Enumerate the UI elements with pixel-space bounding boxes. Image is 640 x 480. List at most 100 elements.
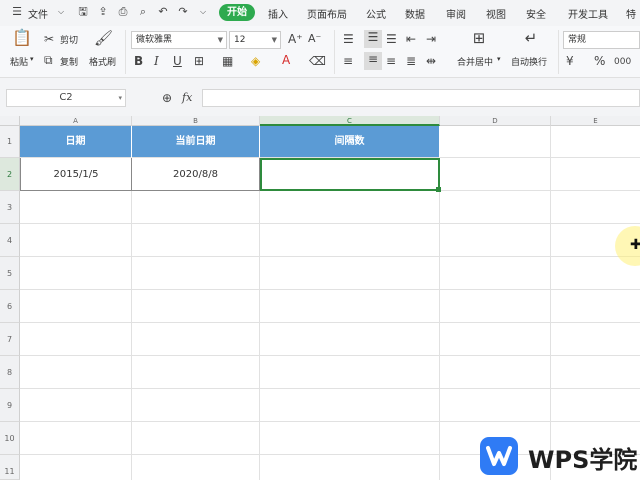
name-box[interactable]: C2 ▾ [6,89,126,107]
cell-a11[interactable] [20,455,132,480]
tab-page-layout[interactable]: 页面布局 [307,6,347,21]
copy-icon[interactable]: ⧉ [44,53,53,67]
paste-icon[interactable]: 📋 [12,30,32,49]
row-header-11[interactable]: 11 [0,455,20,480]
hamburger-menu-icon[interactable]: ☰ [10,5,24,19]
tab-insert[interactable]: 插入 [268,6,288,21]
cell-b10[interactable] [132,422,260,455]
align-top-icon[interactable]: ☰ [343,32,354,46]
row-header-7[interactable]: 7 [0,323,20,356]
justify-icon[interactable]: ≣ [406,54,416,68]
cell-b4[interactable] [132,224,260,257]
align-bottom-icon[interactable]: ☰ [386,32,397,46]
cell-c6[interactable] [260,290,440,323]
percent-button[interactable]: % [594,54,605,68]
cell-a8[interactable] [20,356,132,389]
cell-d5[interactable] [440,257,551,290]
copy-button[interactable]: 复制 [60,55,78,68]
cell-c10[interactable] [260,422,440,455]
underline-button[interactable]: U [173,54,182,68]
number-format-select[interactable]: 常规 [563,31,640,49]
select-all-corner[interactable] [0,116,20,126]
cell-e6[interactable] [551,290,640,323]
cell-a10[interactable] [20,422,132,455]
row-header-9[interactable]: 9 [0,389,20,422]
thousands-button[interactable]: 000 [614,55,631,69]
cell-c5[interactable] [260,257,440,290]
cell-a5[interactable] [20,257,132,290]
row-header-3[interactable]: 3 [0,191,20,224]
cell-b5[interactable] [132,257,260,290]
clear-format-icon[interactable]: ⌫ [309,54,326,68]
tab-developer[interactable]: 开发工具 [568,6,608,21]
redo-icon[interactable]: ↷ [176,5,190,19]
row-header-6[interactable]: 6 [0,290,20,323]
fill-pattern-icon[interactable]: ▦ [222,54,233,68]
cell-e2[interactable] [551,158,640,191]
cell-b1[interactable]: 当前日期 [132,126,260,158]
cell-d3[interactable] [440,191,551,224]
cell-b3[interactable] [132,191,260,224]
zoom-search-icon[interactable]: ⊕ [162,91,172,105]
cell-a3[interactable] [20,191,132,224]
file-dropdown-icon[interactable]: ⌵ [54,5,68,19]
cell-d9[interactable] [440,389,551,422]
cell-d4[interactable] [440,224,551,257]
scissors-icon[interactable]: ✂ [44,32,54,46]
format-painter-button[interactable]: 格式刷 [89,55,116,68]
fx-button[interactable]: fx [182,91,192,105]
row-header-5[interactable]: 5 [0,257,20,290]
border-icon[interactable]: ⊞ [194,54,204,68]
currency-icon[interactable]: ¥ [566,54,574,68]
quick-access-dropdown-icon[interactable]: ⌵ [196,5,210,19]
row-header-8[interactable]: 8 [0,356,20,389]
align-right-icon[interactable]: ≡ [386,54,396,68]
cell-b7[interactable] [132,323,260,356]
fill-color-icon[interactable]: ◈ [251,54,260,68]
paste-dropdown-icon[interactable]: ▾ [30,55,34,63]
file-menu[interactable]: 文件 [28,6,48,21]
column-header-b[interactable]: B [132,116,260,126]
indent-decrease-icon[interactable]: ⇤ [406,32,416,46]
print-preview-icon[interactable]: ⌕ [136,5,150,19]
cell-d1[interactable] [440,126,551,158]
cell-b6[interactable] [132,290,260,323]
increase-font-icon[interactable]: A⁺ [288,32,303,46]
row-header-10[interactable]: 10 [0,422,20,455]
cell-e1[interactable] [551,126,640,158]
cut-button[interactable]: 剪切 [60,33,78,46]
row-header-4[interactable]: 4 [0,224,20,257]
print-icon[interactable]: ⎙ [116,5,130,19]
italic-button[interactable]: I [154,54,159,68]
cell-e9[interactable] [551,389,640,422]
cell-c9[interactable] [260,389,440,422]
cell-a7[interactable] [20,323,132,356]
tab-security[interactable]: 安全 [526,6,546,21]
column-header-e[interactable]: E [551,116,640,126]
font-color-button[interactable]: A [282,53,290,67]
merge-dropdown-icon[interactable]: ▾ [497,55,501,63]
tab-more[interactable]: 特 [626,6,636,21]
cell-e8[interactable] [551,356,640,389]
merge-center-icon[interactable]: ⊞ [470,31,488,46]
cell-c8[interactable] [260,356,440,389]
paste-button[interactable]: 粘贴 [10,55,28,68]
wrap-text-icon[interactable]: ↵ [522,31,540,46]
cell-a1[interactable]: 日期 [20,126,132,158]
fill-handle[interactable] [436,187,441,192]
row-header-2[interactable]: 2 [0,158,20,191]
cell-d8[interactable] [440,356,551,389]
cell-c3[interactable] [260,191,440,224]
cell-c4[interactable] [260,224,440,257]
cell-a9[interactable] [20,389,132,422]
cell-e7[interactable] [551,323,640,356]
wrap-text-button[interactable]: 自动换行 [511,55,547,68]
formula-input[interactable] [202,89,640,107]
chevron-down-icon[interactable]: ▾ [118,90,122,106]
column-header-d[interactable]: D [440,116,551,126]
distribute-icon[interactable]: ⇹ [426,54,436,68]
cell-c1[interactable]: 间隔数 [260,126,440,158]
indent-increase-icon[interactable]: ⇥ [426,32,436,46]
bold-button[interactable]: B [134,54,143,68]
column-header-c[interactable]: C [260,116,440,126]
